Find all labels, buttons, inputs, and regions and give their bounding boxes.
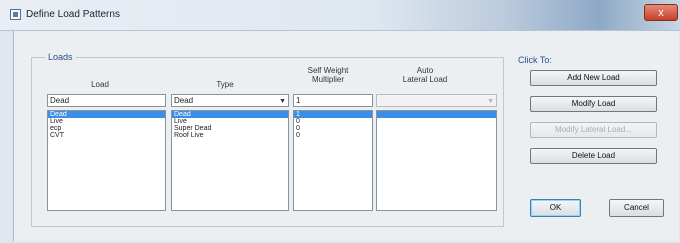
chevron-down-icon[interactable]: ▼	[279, 96, 286, 107]
auto-lateral-load-select[interactable]: ▼	[376, 94, 497, 107]
window-title: Define Load Patterns	[26, 9, 120, 20]
list-item[interactable]: CVT	[48, 132, 165, 139]
add-new-load-button[interactable]: Add New Load	[530, 70, 657, 86]
self-weight-multiplier-input[interactable]: 1	[293, 94, 373, 107]
list-item[interactable]	[377, 111, 496, 118]
list-item[interactable]: Dead	[172, 111, 288, 118]
auto-lateral-list[interactable]	[376, 110, 497, 211]
load-type-value: Dead	[174, 96, 194, 105]
header-load: Load	[91, 80, 109, 89]
header-auto-line2: Lateral Load	[402, 75, 448, 84]
modify-load-button[interactable]: Modify Load	[530, 96, 657, 112]
list-item[interactable]: Live	[172, 118, 288, 125]
multiplier-list[interactable]: 1 0 0 0	[293, 110, 373, 211]
header-self-weight-line2: Multiplier	[311, 75, 344, 84]
cancel-button[interactable]: Cancel	[609, 199, 664, 217]
load-type-select[interactable]: Dead ▼	[171, 94, 289, 107]
chevron-down-icon: ▼	[487, 98, 494, 105]
modify-lateral-load-button[interactable]: Modify Lateral Load...	[530, 122, 657, 138]
title-bar: Define Load Patterns x	[0, 0, 680, 31]
list-item[interactable]: Roof Live	[172, 132, 288, 139]
close-button[interactable]: x	[644, 4, 678, 21]
header-type: Type	[216, 80, 234, 89]
list-item[interactable]: Live	[48, 118, 165, 125]
list-item[interactable]: ecp	[48, 125, 165, 132]
list-item[interactable]: Dead	[48, 111, 165, 118]
list-item[interactable]: 0	[294, 118, 372, 125]
click-to-label: Click To:	[518, 55, 552, 65]
list-item[interactable]: 0	[294, 132, 372, 139]
header-auto-line1: Auto	[416, 66, 434, 75]
ok-button[interactable]: OK	[530, 199, 581, 217]
app-icon	[10, 9, 21, 20]
loads-group-title: Loads	[45, 52, 76, 62]
load-type-list[interactable]: Dead Live Super Dead Roof Live	[171, 110, 289, 211]
list-item[interactable]: 0	[294, 125, 372, 132]
header-self-weight-line1: Self Weight	[307, 66, 349, 75]
load-name-list[interactable]: Dead Live ecp CVT	[47, 110, 166, 211]
header-auto-lateral: Auto Lateral Load	[380, 66, 470, 84]
list-item[interactable]: Super Dead	[172, 125, 288, 132]
delete-load-button[interactable]: Delete Load	[530, 148, 657, 164]
list-item[interactable]: 1	[294, 111, 372, 118]
load-name-input[interactable]: Dead	[47, 94, 166, 107]
header-self-weight: Self Weight Multiplier	[288, 66, 368, 84]
